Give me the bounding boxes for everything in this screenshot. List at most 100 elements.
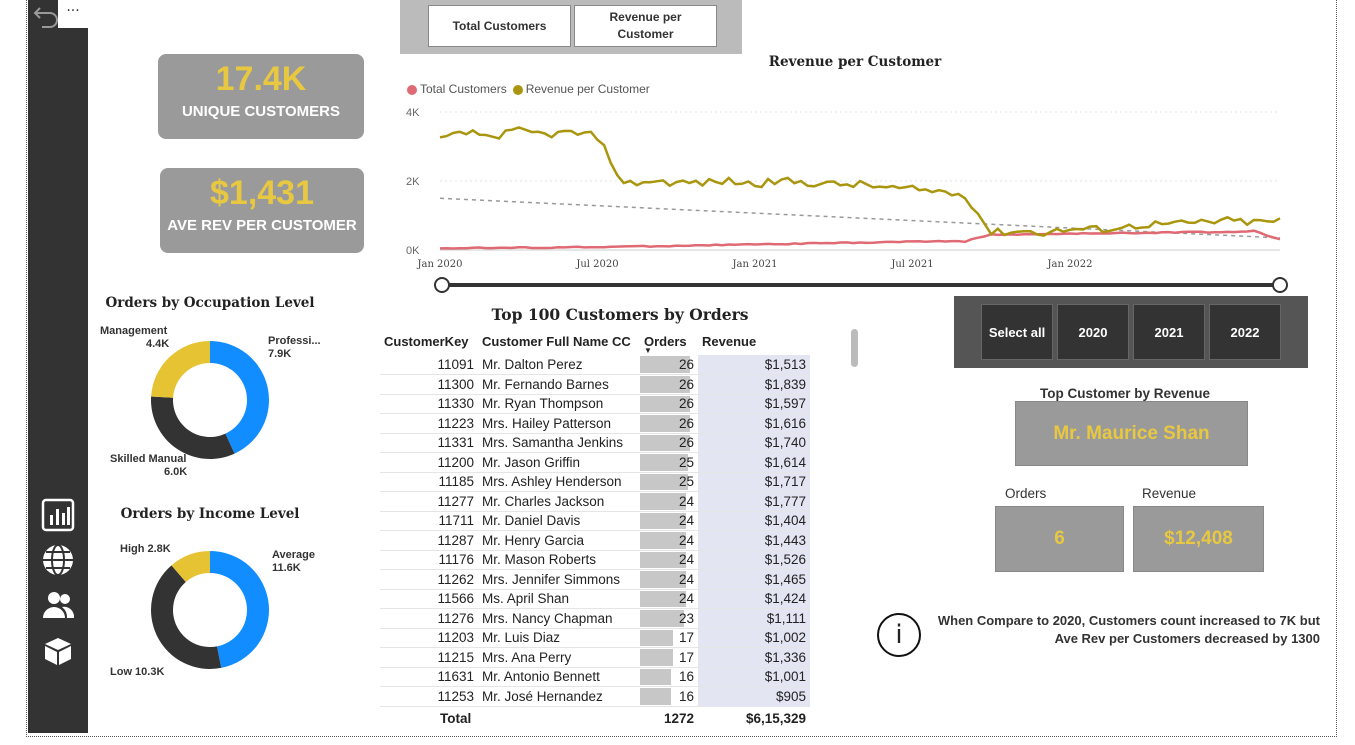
line-chart[interactable]: 4K 2K 0K Jan 2020 Jul 2020 Jan 2021 Jul 2021 Ja… <box>400 100 1300 300</box>
table-row[interactable]: 11253 Mr. José Hernandez 16 $905 <box>380 686 810 707</box>
slider-start-handle[interactable] <box>434 277 450 293</box>
label-value: 7.9K <box>268 348 292 360</box>
occupation-label-professional: Professi... 7.9K <box>268 335 321 361</box>
cell-revenue: $1,740 <box>698 433 810 453</box>
insight-line-2: Ave Rev per Customers decreased by 1300 <box>1054 631 1320 646</box>
table-row[interactable]: 11262 Mrs. Jennifer Simmons 24 $1,465 <box>380 569 810 590</box>
header-customer-key[interactable]: CustomerKey <box>380 327 478 355</box>
orders-value: 23 <box>678 610 694 626</box>
cell-revenue: $1,526 <box>698 550 810 570</box>
income-label-average: Average 11.6K <box>272 549 315 575</box>
cell-orders: 24 <box>640 589 698 609</box>
table-row[interactable]: 11277 Mr. Charles Jackson 24 $1,777 <box>380 491 810 512</box>
legend-item-revenue-per-customer[interactable]: Revenue per Customer <box>512 82 650 96</box>
slider-end-handle[interactable] <box>1272 277 1288 293</box>
header-orders[interactable]: Orders ▼ <box>640 327 698 356</box>
cell-orders: 26 <box>640 374 698 395</box>
cell-revenue: $1,513 <box>698 355 810 375</box>
table-row[interactable]: 11711 Mr. Daniel Davis 24 $1,404 <box>380 511 810 531</box>
x-tick-label: Jul 2021 <box>890 259 933 270</box>
cell-revenue: $1,443 <box>698 530 810 551</box>
cell-orders: 26 <box>640 394 698 414</box>
bar-chart-icon[interactable] <box>40 497 76 533</box>
top-customer-name-card: Mr. Maurice Shan <box>1015 401 1248 466</box>
table-row[interactable]: 11287 Mr. Henry Garcia 24 $1,443 <box>380 530 810 551</box>
info-icon[interactable]: i <box>877 613 921 657</box>
cell-customer-name: Mrs. Nancy Chapman <box>478 608 640 629</box>
cell-customer-key: 11223 <box>380 413 478 434</box>
year-2021-button[interactable]: 2021 <box>1133 304 1205 360</box>
measure-toggle-group: Total Customers Revenue per Customer <box>400 0 742 54</box>
users-icon[interactable] <box>40 587 76 623</box>
table-row[interactable]: 11185 Mrs. Ashley Henderson 25 $1,717 <box>380 472 810 492</box>
top-customer-orders: 6 <box>1054 528 1065 549</box>
date-range-slider[interactable] <box>432 276 1292 296</box>
cell-customer-key: 11185 <box>380 472 478 492</box>
table-row[interactable]: 11566 Ms. April Shan 24 $1,424 <box>380 589 810 609</box>
x-tick-label: Jan 2020 <box>416 259 462 270</box>
year-select-all-button[interactable]: Select all <box>981 304 1053 360</box>
occupation-donut-chart[interactable] <box>140 330 280 470</box>
header-customer-name[interactable]: Customer Full Name CC <box>478 327 640 355</box>
table-row[interactable]: 11200 Mr. Jason Griffin 25 $1,614 <box>380 452 810 473</box>
table-row[interactable]: 11215 Mrs. Ana Perry 17 $1,336 <box>380 647 810 668</box>
cell-customer-key: 11287 <box>380 530 478 551</box>
donut-slice[interactable] <box>210 551 269 668</box>
top-customer-name: Mr. Maurice Shan <box>1053 422 1210 444</box>
table-scrollbar[interactable] <box>851 329 858 367</box>
ave-rev-card: $1,431 AVE REV PER CUSTOMER <box>160 168 364 253</box>
ave-rev-value: $1,431 <box>210 174 314 212</box>
series-line[interactable] <box>439 229 1281 250</box>
table-row[interactable]: 11091 Mr. Dalton Perez 26 $1,513 <box>380 355 810 375</box>
donut-slice[interactable] <box>151 396 235 459</box>
total-customers-button[interactable]: Total Customers <box>428 5 571 47</box>
table-row[interactable]: 11276 Mrs. Nancy Chapman 23 $1,111 <box>380 608 810 629</box>
cell-revenue: $1,111 <box>698 608 810 629</box>
total-label: Total <box>380 705 478 730</box>
cell-customer-name: Mr. Jason Griffin <box>478 452 640 473</box>
orders-value: 16 <box>678 669 694 685</box>
cell-customer-name: Mr. Mason Roberts <box>478 550 640 570</box>
income-donut-chart[interactable] <box>140 540 280 680</box>
cell-orders: 16 <box>640 667 698 687</box>
more-options-icon[interactable]: ··· <box>58 0 88 28</box>
table-row[interactable]: 11631 Mr. Antonio Bennett 16 $1,001 <box>380 667 810 687</box>
cell-orders: 24 <box>640 550 698 570</box>
box-icon[interactable] <box>40 632 76 668</box>
cell-customer-name: Mr. Dalton Perez <box>478 355 640 375</box>
table-row[interactable]: 11203 Mr. Luis Diaz 17 $1,002 <box>380 628 810 648</box>
occupation-chart-title: Orders by Occupation Level <box>105 295 315 311</box>
table-row[interactable]: 11176 Mr. Mason Roberts 24 $1,526 <box>380 550 810 570</box>
table-row[interactable]: 11300 Mr. Fernando Barnes 26 $1,839 <box>380 374 810 395</box>
cell-orders: 25 <box>640 452 698 473</box>
cell-customer-name: Mrs. Ashley Henderson <box>478 472 640 492</box>
cell-customer-name: Mrs. Samantha Jenkins <box>478 433 640 453</box>
revenue-per-customer-label-1: Revenue per <box>609 10 682 24</box>
cell-customer-name: Ms. April Shan <box>478 589 640 609</box>
orders-databar <box>640 649 673 666</box>
cell-customer-name: Mr. José Hernandez <box>478 686 640 707</box>
cell-customer-key: 11711 <box>380 511 478 531</box>
globe-icon[interactable] <box>40 542 76 578</box>
cell-orders: 24 <box>640 569 698 590</box>
cell-revenue: $1,465 <box>698 569 810 590</box>
revenue-per-customer-button[interactable]: Revenue per Customer <box>574 5 717 47</box>
orders-value: 24 <box>678 493 694 509</box>
year-2022-button[interactable]: 2022 <box>1209 304 1281 360</box>
revenue-per-customer-label-2: Customer <box>617 27 674 41</box>
orders-value: 26 <box>678 415 694 431</box>
year-2020-button[interactable]: 2020 <box>1057 304 1129 360</box>
table-row[interactable]: 11331 Mrs. Samantha Jenkins 26 $1,740 <box>380 433 810 453</box>
cell-customer-name: Mr. Daniel Davis <box>478 511 640 531</box>
legend-dot-icon <box>407 84 417 95</box>
cell-revenue: $1,614 <box>698 452 810 473</box>
header-revenue[interactable]: Revenue <box>698 327 810 355</box>
cell-revenue: $1,616 <box>698 413 810 434</box>
cell-customer-key: 11631 <box>380 667 478 687</box>
table-row[interactable]: 11330 Mr. Ryan Thompson 26 $1,597 <box>380 394 810 414</box>
cell-customer-key: 11203 <box>380 628 478 648</box>
legend-item-total-customers[interactable]: Total Customers <box>407 82 507 96</box>
table-row[interactable]: 11223 Mrs. Hailey Patterson 26 $1,616 <box>380 413 810 434</box>
year-slicer: Select all 2020 2021 2022 <box>954 296 1308 368</box>
orders-databar <box>640 668 671 685</box>
